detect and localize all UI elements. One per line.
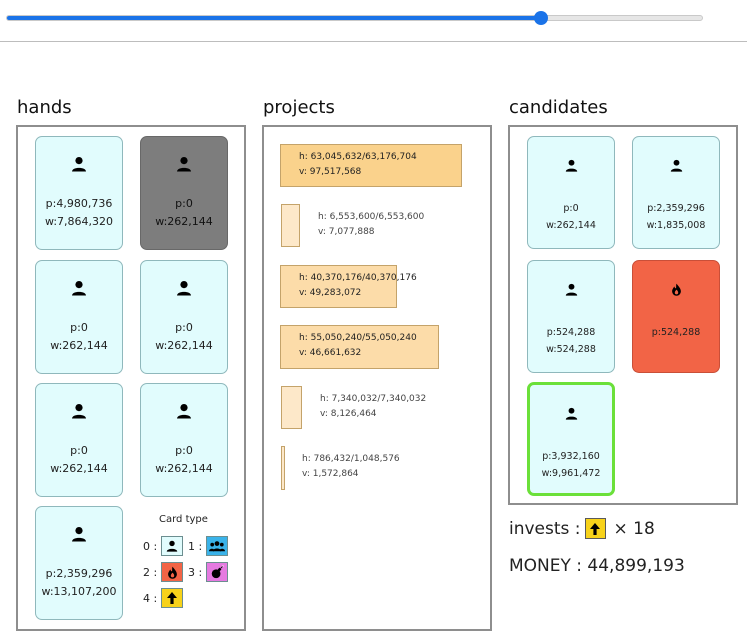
project-info: h: 40,370,176/40,370,176 v: 49,283,072 [299, 271, 417, 301]
person-icon [71, 280, 87, 296]
divider [0, 41, 747, 42]
card-workload-text: w:7,864,320 [44, 215, 114, 228]
project-info: h: 63,045,632/63,176,704 v: 97,517,568 [299, 150, 417, 180]
project-info: h: 786,432/1,048,576 v: 1,572,864 [302, 452, 400, 482]
legend-label: 2 : [143, 565, 158, 579]
slider-thumb[interactable] [533, 11, 548, 25]
card-power-text: p:0 [70, 321, 88, 334]
legend-item: 2 : [143, 562, 191, 582]
person-icon [565, 283, 578, 296]
project-progress-text: h: 7,340,032/7,340,032 [320, 394, 427, 404]
candidate-card[interactable]: p:3,932,160 w:9,961,472 [527, 382, 615, 496]
card-power-text: p:524,288 [546, 327, 596, 338]
person-icon [71, 526, 87, 542]
candidate-card[interactable]: p:2,359,296 w:1,835,008 [632, 136, 720, 249]
invests-label: invests : [509, 518, 581, 539]
card-power-text: p:2,359,296 [45, 567, 113, 580]
project-progress-text: h: 55,050,240/55,050,240 [299, 333, 417, 343]
card-workload-text: w:13,107,200 [41, 585, 117, 598]
candidates-title: candidates [509, 97, 608, 118]
fire-icon [670, 283, 683, 296]
fire-icon [161, 562, 184, 582]
person-icon [71, 156, 87, 172]
project-value-text: v: 46,661,632 [299, 348, 362, 358]
card-workload-text: w:9,961,472 [541, 468, 601, 479]
slider-track[interactable] [6, 15, 703, 21]
project-value-text: v: 97,517,568 [299, 167, 362, 177]
project-value-text: v: 49,283,072 [299, 288, 362, 298]
card-power-text: p:0 [70, 444, 88, 457]
hand-card[interactable]: p:0 w:262,144 [140, 260, 228, 374]
person-icon [670, 159, 683, 172]
hand-card[interactable]: p:2,359,296 w:13,107,200 [35, 506, 123, 620]
card-workload-text: w:262,144 [155, 339, 213, 352]
project-value-text: v: 1,572,864 [302, 469, 359, 479]
card-power-text: p:2,359,296 [647, 203, 705, 214]
legend-title: Card type [159, 514, 208, 525]
project-value-text: v: 7,077,888 [318, 227, 375, 237]
person-icon [565, 407, 578, 420]
projects-panel [262, 125, 492, 631]
hand-card[interactable]: p:4,980,736 w:7,864,320 [35, 136, 123, 250]
project-progress-text: h: 786,432/1,048,576 [302, 454, 400, 464]
legend-item: 3 : [188, 562, 236, 582]
hand-card[interactable]: p:0 w:262,144 [140, 383, 228, 497]
project-bar[interactable] [281, 204, 300, 247]
card-power-text: p:524,288 [651, 327, 701, 338]
legend-label: 4 : [143, 591, 158, 605]
invests-row: invests : × 18 [509, 518, 655, 539]
invests-count: × 18 [613, 518, 655, 539]
legend-label: 0 : [143, 539, 158, 553]
project-progress-text: h: 6,553,600/6,553,600 [318, 212, 425, 222]
project-info: h: 6,553,600/6,553,600 v: 7,077,888 [318, 210, 424, 240]
card-workload-text: w:262,144 [155, 462, 213, 475]
projects-title: projects [263, 97, 335, 118]
card-power-text: p:0 [563, 203, 579, 214]
card-workload-text: w:524,288 [546, 344, 596, 355]
project-bar[interactable] [281, 446, 285, 490]
group-icon [206, 536, 229, 556]
person-icon [176, 280, 192, 296]
project-progress-text: h: 40,370,176/40,370,176 [299, 273, 417, 283]
legend-item: 4 : [143, 588, 191, 608]
legend-item: 1 : [188, 536, 236, 556]
arrow-up-icon [161, 588, 184, 608]
card-power-text: p:0 [175, 197, 193, 210]
card-workload-text: w:262,144 [546, 220, 596, 231]
person-icon [71, 403, 87, 419]
card-power-text: p:0 [175, 444, 193, 457]
card-power-text: p:4,980,736 [45, 197, 113, 210]
hand-card[interactable]: p:0 w:262,144 [35, 383, 123, 497]
card-workload-text: w:262,144 [50, 339, 108, 352]
money-text: MONEY : 44,899,193 [509, 556, 685, 576]
slider-fill [7, 16, 541, 20]
legend-item: 0 : [143, 536, 191, 556]
hand-card[interactable]: p:0 w:262,144 [140, 136, 228, 250]
project-info: h: 7,340,032/7,340,032 v: 8,126,464 [320, 392, 426, 422]
project-info: h: 55,050,240/55,050,240 v: 46,661,632 [299, 331, 417, 361]
card-power-text: p:0 [175, 321, 193, 334]
candidate-card[interactable]: p:524,288 w:524,288 [527, 260, 615, 373]
turn-slider[interactable] [6, 11, 703, 25]
candidate-card[interactable]: p:0 w:262,144 [527, 136, 615, 249]
card-workload-text: w:1,835,008 [646, 220, 706, 231]
person-icon [176, 403, 192, 419]
card-power-text: p:3,932,160 [542, 451, 600, 462]
bomb-icon [206, 562, 229, 582]
person-icon [176, 156, 192, 172]
candidate-card[interactable]: p:524,288 [632, 260, 720, 373]
project-progress-text: h: 63,045,632/63,176,704 [299, 152, 417, 162]
hands-title: hands [17, 97, 72, 118]
project-bar[interactable] [281, 386, 302, 429]
person-icon [565, 159, 578, 172]
person-icon [161, 536, 184, 556]
legend-label: 1 : [188, 539, 203, 553]
card-workload-text: w:262,144 [155, 215, 213, 228]
hand-card[interactable]: p:0 w:262,144 [35, 260, 123, 374]
card-workload-text: w:262,144 [50, 462, 108, 475]
legend-label: 3 : [188, 565, 203, 579]
project-value-text: v: 8,126,464 [320, 409, 377, 419]
arrow-up-icon [584, 518, 606, 539]
